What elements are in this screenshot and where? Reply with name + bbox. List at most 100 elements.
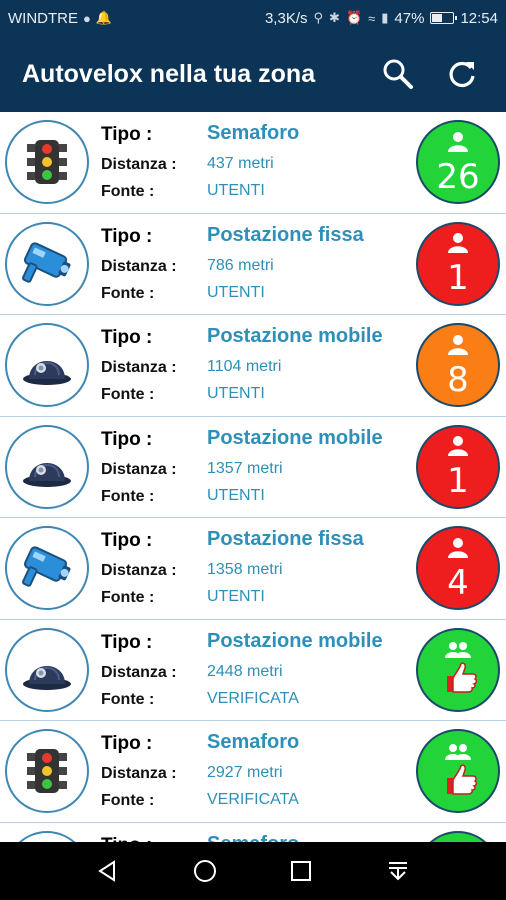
item-values: Semaforo [207,833,417,843]
label-fonte: Fonte : [101,589,155,606]
list-item[interactable]: Tipo : Distanza : Fonte : Postazione mobile… [0,417,506,518]
label-distanza: Distanza : [101,765,177,782]
list-item[interactable]: Tipo : Distanza : Fonte : Postazione fissa 7… [0,214,506,315]
label-tipo: Tipo : [101,327,153,348]
user-icon [445,537,471,564]
item-source: UTENTI [207,588,265,605]
user-icon [445,334,471,361]
refresh-button[interactable] [440,52,484,96]
item-type: Postazione mobile [207,325,383,347]
navigation-bar [0,842,506,900]
bell-icon: 🔔 [95,10,113,25]
clock: 12:54 [460,9,498,27]
notification-pull-button[interactable] [378,851,418,891]
item-source: UTENTI [207,283,265,301]
item-values: Postazione fissa 786 metri UTENTI [207,224,417,306]
user-reports-badge: 1 [416,221,500,306]
police-helmet-icon [5,424,89,509]
item-labels: Tipo : Distanza : Fonte : [101,429,201,510]
refresh-icon [449,61,475,88]
item-type: Semaforo [207,833,417,843]
label-fonte: Fonte : [101,284,155,302]
item-type: Semaforo [207,731,300,753]
item-type: Postazione mobile [207,426,383,449]
label-fonte: Fonte : [101,386,155,403]
item-distance: 1358 metri [207,561,283,578]
label-distanza: Distanza : [101,460,177,478]
item-labels: Tipo : Distanza : Fonte : [101,226,201,307]
carrier-name: WINDTRE [8,9,78,27]
item-source: UTENTI [207,385,265,402]
signal-icon: ▮ [381,10,389,25]
location-icon: ⚲ [313,10,324,25]
back-icon [98,860,116,882]
label-fonte: Fonte : [101,690,155,708]
label-tipo: Tipo : [101,428,153,450]
recents-icon [291,861,312,881]
item-labels: Tipo : Distanza : Fonte : [101,327,201,408]
report-count: 4 [447,562,469,603]
home-button[interactable] [185,851,225,891]
list-item[interactable]: Tipo : Distanza : Fonte : Postazione fissa 1… [0,518,506,620]
app-notification-icon: ● [83,10,91,26]
item-values: Postazione fissa 1358 metri UTENTI [207,528,417,610]
report-count: 26 [436,156,480,197]
recents-button[interactable] [281,851,321,891]
network-speed: 3,3K/s [264,9,308,27]
speed-camera-icon [5,221,89,306]
back-button[interactable] [88,851,128,891]
verified-badge [416,729,500,813]
police-helmet-icon [5,323,89,407]
label-distanza: Distanza : [101,663,177,681]
app-bar: Autovelox nella tua zona [0,36,506,112]
label-distanza: Distanza : [101,257,177,275]
report-count: 8 [447,359,469,400]
user-reports-badge: 26 [416,120,500,204]
item-distance: 1357 metri [207,459,283,477]
label-fonte: Fonte : [101,183,155,200]
label-fonte: Fonte : [101,792,155,809]
list-item[interactable]: Tipo : Distanza : Fonte : Semaforo 2927 metr… [0,721,506,823]
item-labels: Tipo : Distanza : Fonte : [101,733,201,814]
user-reports-badge: 1 [416,424,500,509]
list-item[interactable]: Tipo : Distanza : Fonte : Postazione mobile… [0,620,506,721]
user-reports-badge: 8 [416,323,500,407]
report-count: 1 [447,258,469,298]
item-values: Postazione mobile 1104 metri UTENTI [207,325,417,407]
battery-icon [430,12,458,24]
item-values: Semaforo 437 metri UTENTI [207,122,417,204]
user-reports-badge: 4 [416,526,500,610]
list-item[interactable]: Tipo : Distanza : Fonte : Postazione mobile… [0,315,506,417]
bluetooth-icon: ✱ [329,10,340,25]
item-source: VERIFICATA [207,791,299,808]
battery-percent: 47% [394,9,425,27]
item-distance: 437 metri [207,155,274,172]
label-distanza: Distanza : [101,562,177,579]
label-tipo: Tipo : [101,835,201,843]
notification-pull-icon [388,862,407,881]
traffic-light-icon [5,729,89,813]
alarm-icon: ⏰ [345,10,363,25]
label-distanza: Distanza : [101,359,177,376]
label-tipo: Tipo : [101,733,153,754]
home-icon [193,860,216,882]
label-tipo: Tipo : [101,530,153,551]
verified-badge [416,830,500,842]
traffic-light-icon [5,830,89,842]
item-distance: 1104 metri [207,358,282,375]
item-values: Postazione mobile 2448 metri VERIFICATA [207,630,417,712]
search-button[interactable] [376,52,420,96]
item-source: VERIFICATA [207,689,299,707]
status-bar: WINDTRE ● 🔔 3,3K/s ⚲ ✱ ⏰ ≈ ▮ 47% 12:54 [0,0,506,36]
list-item[interactable]: Tipo :Distanza :Fonte : Semaforo [0,823,506,843]
item-labels: Tipo : Distanza : Fonte : [101,632,201,713]
item-type: Postazione fissa [207,528,364,550]
label-distanza: Distanza : [101,156,177,173]
camera-list[interactable]: Tipo : Distanza : Fonte : Semaforo 437 metri… [0,112,506,842]
list-item[interactable]: Tipo : Distanza : Fonte : Semaforo 437 metri… [0,112,506,214]
label-tipo: Tipo : [101,631,153,653]
item-labels: Tipo : Distanza : Fonte : [101,124,201,205]
page-title: Autovelox nella tua zona [22,59,316,88]
item-type: Postazione mobile [207,629,383,652]
item-type: Semaforo [207,122,300,144]
